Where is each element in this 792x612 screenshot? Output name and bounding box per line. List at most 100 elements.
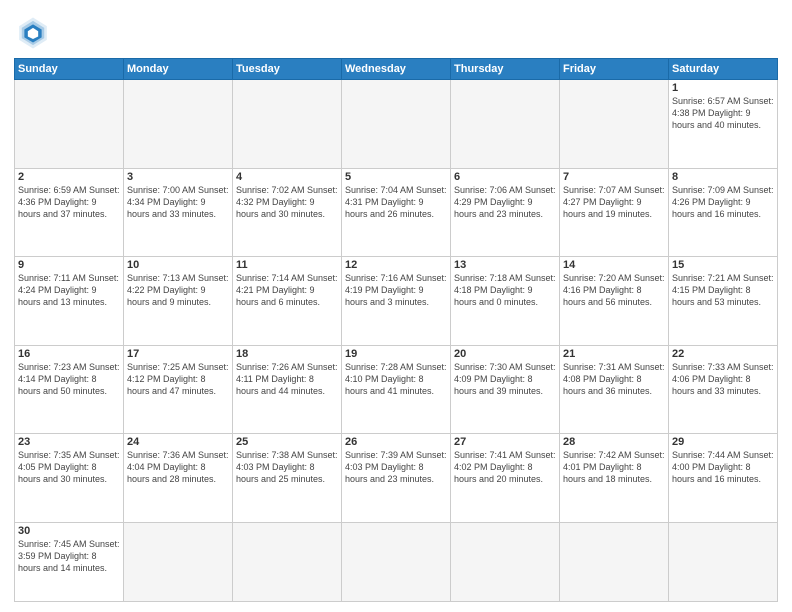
calendar-cell bbox=[233, 522, 342, 602]
calendar-cell: 29Sunrise: 7:44 AM Sunset: 4:00 PM Dayli… bbox=[669, 434, 778, 523]
day-number: 11 bbox=[236, 259, 338, 271]
calendar-cell: 13Sunrise: 7:18 AM Sunset: 4:18 PM Dayli… bbox=[451, 257, 560, 346]
calendar-cell: 28Sunrise: 7:42 AM Sunset: 4:01 PM Dayli… bbox=[560, 434, 669, 523]
calendar-cell: 21Sunrise: 7:31 AM Sunset: 4:08 PM Dayli… bbox=[560, 345, 669, 434]
day-info: Sunrise: 7:38 AM Sunset: 4:03 PM Dayligh… bbox=[236, 449, 338, 485]
day-info: Sunrise: 7:11 AM Sunset: 4:24 PM Dayligh… bbox=[18, 272, 120, 308]
day-info: Sunrise: 7:23 AM Sunset: 4:14 PM Dayligh… bbox=[18, 361, 120, 397]
day-number: 29 bbox=[672, 436, 774, 448]
day-number: 13 bbox=[454, 259, 556, 271]
calendar-cell: 6Sunrise: 7:06 AM Sunset: 4:29 PM Daylig… bbox=[451, 168, 560, 257]
calendar-cell bbox=[233, 80, 342, 169]
calendar-cell: 16Sunrise: 7:23 AM Sunset: 4:14 PM Dayli… bbox=[15, 345, 124, 434]
day-number: 21 bbox=[563, 348, 665, 360]
day-info: Sunrise: 7:42 AM Sunset: 4:01 PM Dayligh… bbox=[563, 449, 665, 485]
calendar-cell: 24Sunrise: 7:36 AM Sunset: 4:04 PM Dayli… bbox=[124, 434, 233, 523]
day-number: 16 bbox=[18, 348, 120, 360]
logo bbox=[14, 14, 56, 52]
calendar-cell bbox=[342, 80, 451, 169]
calendar-cell: 23Sunrise: 7:35 AM Sunset: 4:05 PM Dayli… bbox=[15, 434, 124, 523]
day-info: Sunrise: 7:33 AM Sunset: 4:06 PM Dayligh… bbox=[672, 361, 774, 397]
day-info: Sunrise: 7:25 AM Sunset: 4:12 PM Dayligh… bbox=[127, 361, 229, 397]
calendar-cell: 12Sunrise: 7:16 AM Sunset: 4:19 PM Dayli… bbox=[342, 257, 451, 346]
calendar-cell: 11Sunrise: 7:14 AM Sunset: 4:21 PM Dayli… bbox=[233, 257, 342, 346]
day-number: 10 bbox=[127, 259, 229, 271]
day-info: Sunrise: 7:02 AM Sunset: 4:32 PM Dayligh… bbox=[236, 184, 338, 220]
day-number: 4 bbox=[236, 171, 338, 183]
day-number: 18 bbox=[236, 348, 338, 360]
col-header-saturday: Saturday bbox=[669, 59, 778, 80]
calendar-cell bbox=[342, 522, 451, 602]
calendar-cell: 8Sunrise: 7:09 AM Sunset: 4:26 PM Daylig… bbox=[669, 168, 778, 257]
day-info: Sunrise: 7:45 AM Sunset: 3:59 PM Dayligh… bbox=[18, 538, 120, 574]
col-header-tuesday: Tuesday bbox=[233, 59, 342, 80]
col-header-wednesday: Wednesday bbox=[342, 59, 451, 80]
day-info: Sunrise: 7:30 AM Sunset: 4:09 PM Dayligh… bbox=[454, 361, 556, 397]
day-number: 20 bbox=[454, 348, 556, 360]
calendar-cell bbox=[669, 522, 778, 602]
col-header-thursday: Thursday bbox=[451, 59, 560, 80]
day-number: 1 bbox=[672, 82, 774, 94]
day-info: Sunrise: 7:39 AM Sunset: 4:03 PM Dayligh… bbox=[345, 449, 447, 485]
day-info: Sunrise: 7:31 AM Sunset: 4:08 PM Dayligh… bbox=[563, 361, 665, 397]
col-header-sunday: Sunday bbox=[15, 59, 124, 80]
day-number: 6 bbox=[454, 171, 556, 183]
day-info: Sunrise: 7:21 AM Sunset: 4:15 PM Dayligh… bbox=[672, 272, 774, 308]
day-info: Sunrise: 7:13 AM Sunset: 4:22 PM Dayligh… bbox=[127, 272, 229, 308]
calendar-cell: 25Sunrise: 7:38 AM Sunset: 4:03 PM Dayli… bbox=[233, 434, 342, 523]
calendar: SundayMondayTuesdayWednesdayThursdayFrid… bbox=[14, 58, 778, 602]
day-number: 25 bbox=[236, 436, 338, 448]
day-number: 2 bbox=[18, 171, 120, 183]
calendar-cell: 4Sunrise: 7:02 AM Sunset: 4:32 PM Daylig… bbox=[233, 168, 342, 257]
day-info: Sunrise: 7:18 AM Sunset: 4:18 PM Dayligh… bbox=[454, 272, 556, 308]
day-number: 9 bbox=[18, 259, 120, 271]
day-info: Sunrise: 7:14 AM Sunset: 4:21 PM Dayligh… bbox=[236, 272, 338, 308]
calendar-cell: 19Sunrise: 7:28 AM Sunset: 4:10 PM Dayli… bbox=[342, 345, 451, 434]
day-number: 12 bbox=[345, 259, 447, 271]
day-number: 15 bbox=[672, 259, 774, 271]
calendar-cell bbox=[124, 80, 233, 169]
calendar-cell: 1Sunrise: 6:57 AM Sunset: 4:38 PM Daylig… bbox=[669, 80, 778, 169]
day-number: 28 bbox=[563, 436, 665, 448]
calendar-cell: 3Sunrise: 7:00 AM Sunset: 4:34 PM Daylig… bbox=[124, 168, 233, 257]
calendar-cell: 26Sunrise: 7:39 AM Sunset: 4:03 PM Dayli… bbox=[342, 434, 451, 523]
col-header-friday: Friday bbox=[560, 59, 669, 80]
calendar-cell: 18Sunrise: 7:26 AM Sunset: 4:11 PM Dayli… bbox=[233, 345, 342, 434]
day-number: 22 bbox=[672, 348, 774, 360]
calendar-cell: 17Sunrise: 7:25 AM Sunset: 4:12 PM Dayli… bbox=[124, 345, 233, 434]
day-info: Sunrise: 7:20 AM Sunset: 4:16 PM Dayligh… bbox=[563, 272, 665, 308]
day-info: Sunrise: 7:28 AM Sunset: 4:10 PM Dayligh… bbox=[345, 361, 447, 397]
day-info: Sunrise: 7:06 AM Sunset: 4:29 PM Dayligh… bbox=[454, 184, 556, 220]
calendar-cell: 22Sunrise: 7:33 AM Sunset: 4:06 PM Dayli… bbox=[669, 345, 778, 434]
day-info: Sunrise: 7:09 AM Sunset: 4:26 PM Dayligh… bbox=[672, 184, 774, 220]
day-info: Sunrise: 7:35 AM Sunset: 4:05 PM Dayligh… bbox=[18, 449, 120, 485]
calendar-cell: 27Sunrise: 7:41 AM Sunset: 4:02 PM Dayli… bbox=[451, 434, 560, 523]
calendar-cell: 5Sunrise: 7:04 AM Sunset: 4:31 PM Daylig… bbox=[342, 168, 451, 257]
day-number: 23 bbox=[18, 436, 120, 448]
calendar-cell: 20Sunrise: 7:30 AM Sunset: 4:09 PM Dayli… bbox=[451, 345, 560, 434]
day-number: 3 bbox=[127, 171, 229, 183]
day-number: 24 bbox=[127, 436, 229, 448]
day-number: 19 bbox=[345, 348, 447, 360]
day-info: Sunrise: 7:04 AM Sunset: 4:31 PM Dayligh… bbox=[345, 184, 447, 220]
calendar-cell bbox=[560, 80, 669, 169]
day-info: Sunrise: 7:00 AM Sunset: 4:34 PM Dayligh… bbox=[127, 184, 229, 220]
calendar-cell bbox=[451, 522, 560, 602]
day-number: 14 bbox=[563, 259, 665, 271]
page: SundayMondayTuesdayWednesdayThursdayFrid… bbox=[0, 0, 792, 612]
col-header-monday: Monday bbox=[124, 59, 233, 80]
calendar-cell: 10Sunrise: 7:13 AM Sunset: 4:22 PM Dayli… bbox=[124, 257, 233, 346]
day-info: Sunrise: 7:16 AM Sunset: 4:19 PM Dayligh… bbox=[345, 272, 447, 308]
calendar-cell bbox=[15, 80, 124, 169]
day-number: 17 bbox=[127, 348, 229, 360]
day-info: Sunrise: 6:59 AM Sunset: 4:36 PM Dayligh… bbox=[18, 184, 120, 220]
day-info: Sunrise: 7:44 AM Sunset: 4:00 PM Dayligh… bbox=[672, 449, 774, 485]
day-info: Sunrise: 7:41 AM Sunset: 4:02 PM Dayligh… bbox=[454, 449, 556, 485]
day-number: 27 bbox=[454, 436, 556, 448]
calendar-cell: 30Sunrise: 7:45 AM Sunset: 3:59 PM Dayli… bbox=[15, 522, 124, 602]
day-number: 26 bbox=[345, 436, 447, 448]
day-info: Sunrise: 6:57 AM Sunset: 4:38 PM Dayligh… bbox=[672, 95, 774, 131]
calendar-cell: 7Sunrise: 7:07 AM Sunset: 4:27 PM Daylig… bbox=[560, 168, 669, 257]
calendar-cell bbox=[451, 80, 560, 169]
day-number: 5 bbox=[345, 171, 447, 183]
